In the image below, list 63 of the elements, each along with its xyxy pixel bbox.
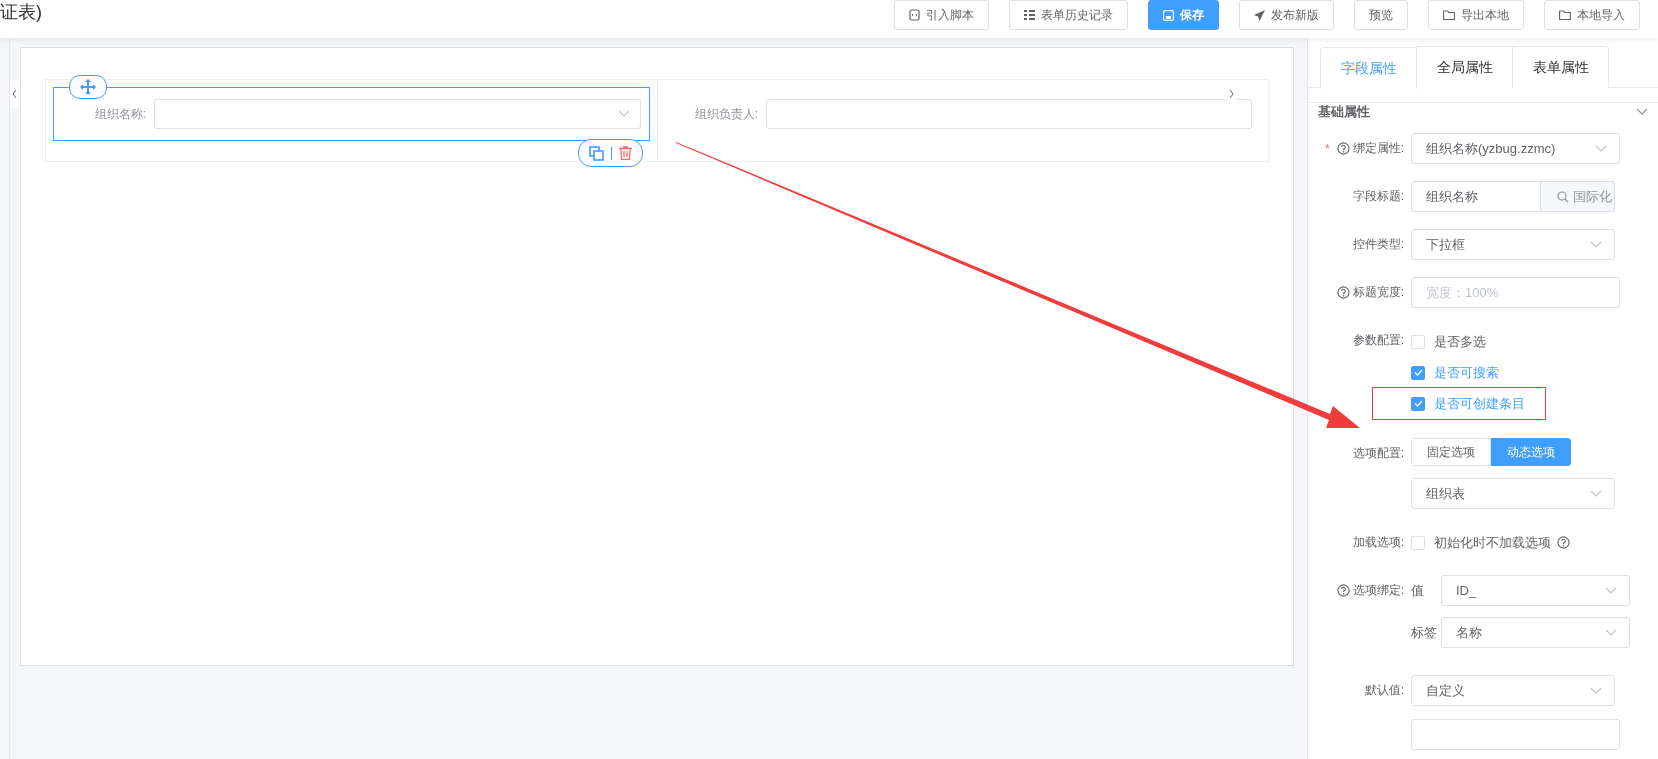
- field-label: 组织名称:: [93, 105, 147, 123]
- collapse-left-icon[interactable]: [10, 80, 19, 108]
- toolbar-button[interactable]: 导出本地: [1428, 0, 1524, 30]
- script-icon: [909, 9, 920, 21]
- checkbox[interactable]: 是否多选: [1411, 332, 1486, 351]
- page-title: 证表): [0, 1, 42, 24]
- select-field[interactable]: 名称: [1441, 617, 1630, 648]
- toolbar-button[interactable]: 预览: [1354, 0, 1408, 30]
- segment-button[interactable]: 固定选项: [1411, 438, 1491, 466]
- toolbar-button[interactable]: 引入脚本: [894, 0, 989, 30]
- select-field[interactable]: 下拉框: [1411, 229, 1615, 260]
- list-icon: [1024, 10, 1035, 20]
- property-label: 参数配置:: [1352, 332, 1404, 349]
- copy-icon[interactable]: [589, 145, 604, 161]
- property-label: 选项配置:: [1352, 445, 1404, 462]
- chevron-down-icon: [618, 110, 630, 118]
- chevron-down-icon: [1605, 586, 1617, 595]
- toolbar-button[interactable]: 本地导入: [1544, 0, 1640, 30]
- toolbar-button[interactable]: 表单历史记录: [1009, 0, 1128, 30]
- required-asterisk: *: [1325, 141, 1330, 156]
- property-label: 加载选项:: [1352, 534, 1404, 551]
- checkmark-icon: [1413, 369, 1423, 376]
- field-label: 组织负责人:: [693, 105, 759, 123]
- select-field[interactable]: 组织表: [1411, 478, 1615, 509]
- select-field[interactable]: [154, 99, 641, 129]
- folder-icon: [1559, 10, 1571, 20]
- input-field[interactable]: [766, 99, 1252, 129]
- drag-handle[interactable]: [69, 75, 107, 99]
- select-field[interactable]: ID_: [1441, 575, 1630, 606]
- input-field[interactable]: [1411, 719, 1620, 750]
- property-label: 标题宽度:: [1352, 284, 1404, 301]
- toolbar-button[interactable]: 发布新版: [1239, 0, 1334, 30]
- property-label: 字段标题:: [1352, 188, 1404, 205]
- delete-icon[interactable]: [619, 146, 632, 160]
- property-label: 选项绑定:: [1352, 582, 1404, 599]
- checkbox[interactable]: 初始化时不加载选项: [1411, 533, 1551, 552]
- chevron-down-icon: [1590, 686, 1602, 695]
- select-field[interactable]: 组织名称(yzbug.zzmc): [1411, 133, 1620, 164]
- chevron-down-icon: [1590, 240, 1602, 249]
- select-field[interactable]: 自定义: [1411, 675, 1615, 706]
- move-icon: [80, 79, 96, 95]
- chevron-down-icon[interactable]: [1636, 108, 1648, 116]
- help-icon[interactable]: [1336, 584, 1350, 597]
- panel-tab[interactable]: 表单属性: [1512, 46, 1609, 88]
- property-label: 绑定属性:: [1352, 140, 1404, 157]
- pair-label: 值: [1411, 581, 1425, 600]
- send-icon: [1254, 9, 1265, 21]
- input-field[interactable]: 组织名称: [1411, 181, 1541, 212]
- section-title: 基础属性: [1318, 103, 1370, 121]
- folder-icon: [1443, 10, 1455, 20]
- property-label: 默认值:: [1364, 682, 1404, 699]
- help-icon[interactable]: [1557, 536, 1570, 549]
- chevron-down-icon: [1590, 489, 1602, 498]
- panel-tab[interactable]: 全局属性: [1416, 46, 1513, 88]
- help-icon[interactable]: [1336, 142, 1350, 155]
- property-label: 控件类型:: [1352, 236, 1404, 253]
- save-icon: [1163, 9, 1174, 21]
- checkmark-icon: [1413, 400, 1423, 407]
- pair-label: 标签: [1411, 623, 1438, 642]
- help-icon[interactable]: [1336, 286, 1350, 299]
- search-icon: [1557, 190, 1569, 203]
- chevron-down-icon: [1595, 144, 1607, 153]
- chevron-down-icon: [1605, 628, 1617, 637]
